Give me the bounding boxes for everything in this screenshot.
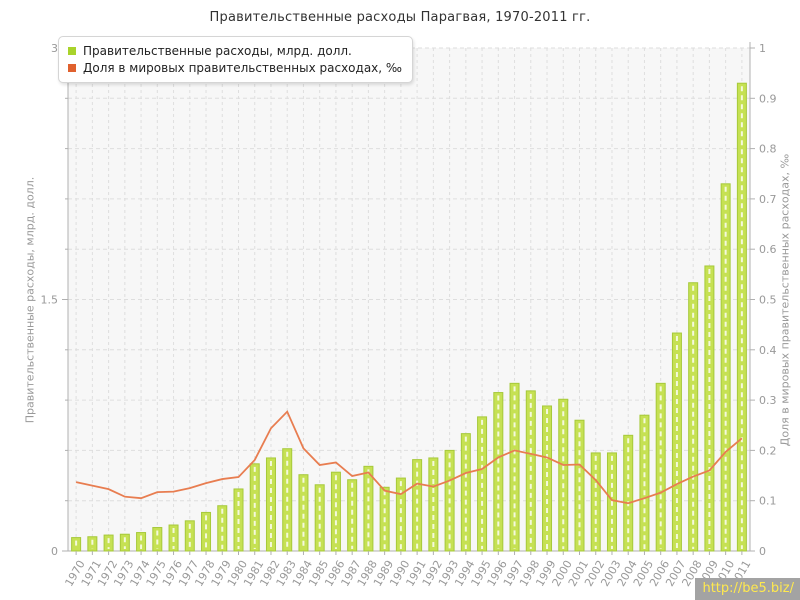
bar-1973[interactable] bbox=[120, 534, 129, 551]
bar-2006[interactable] bbox=[656, 383, 665, 551]
chart-svg: 01.5300.10.20.30.40.50.60.70.80.91197019… bbox=[0, 0, 800, 600]
bar-1981[interactable] bbox=[250, 464, 259, 551]
bar-1987[interactable] bbox=[348, 480, 357, 551]
bar-2000[interactable] bbox=[559, 399, 568, 551]
bar-1986[interactable] bbox=[331, 472, 340, 551]
left-axis-title: Правительственные расходы, млрд. долл. bbox=[24, 177, 37, 423]
right-axis-title: Доля в мировых правительственных расхода… bbox=[779, 154, 792, 446]
right-tick-label: 0.5 bbox=[759, 294, 777, 307]
bar-1978[interactable] bbox=[202, 512, 211, 551]
bar-1996[interactable] bbox=[494, 393, 503, 551]
bar-1983[interactable] bbox=[283, 449, 292, 551]
bar-1990[interactable] bbox=[396, 478, 405, 551]
bar-2003[interactable] bbox=[607, 453, 616, 551]
bar-2007[interactable] bbox=[672, 333, 681, 551]
right-tick-label: 0.2 bbox=[759, 444, 777, 457]
bar-2005[interactable] bbox=[640, 415, 649, 551]
right-tick-label: 0.8 bbox=[759, 143, 777, 156]
bar-1998[interactable] bbox=[526, 391, 535, 551]
footer-link[interactable]: http://be5.biz/ bbox=[695, 578, 800, 600]
bar-1995[interactable] bbox=[478, 417, 487, 551]
right-tick-label: 0.9 bbox=[759, 92, 777, 105]
bar-2008[interactable] bbox=[689, 283, 698, 551]
bar-1979[interactable] bbox=[218, 506, 227, 551]
bar-1994[interactable] bbox=[461, 434, 470, 551]
bar-1999[interactable] bbox=[543, 406, 552, 551]
line-series-marker-icon bbox=[68, 64, 76, 72]
bar-2004[interactable] bbox=[624, 435, 633, 551]
legend-item-expenditures-label: Правительственные расходы, млрд. долл. bbox=[83, 44, 352, 58]
bar-1985[interactable] bbox=[315, 485, 324, 551]
bar-1972[interactable] bbox=[104, 535, 113, 551]
bar-1975[interactable] bbox=[153, 528, 162, 551]
bar-2002[interactable] bbox=[591, 453, 600, 551]
bar-1974[interactable] bbox=[137, 533, 146, 551]
bar-1992[interactable] bbox=[429, 458, 438, 551]
legend-item-world-share-label: Доля в мировых правительственных расхода… bbox=[83, 61, 402, 75]
bar-2011[interactable] bbox=[737, 83, 746, 551]
bar-1989[interactable] bbox=[380, 487, 389, 551]
left-tick-label: 0 bbox=[51, 545, 58, 558]
bar-1970[interactable] bbox=[72, 538, 81, 551]
bar-2010[interactable] bbox=[721, 184, 730, 551]
right-tick-label: 0.7 bbox=[759, 193, 777, 206]
right-tick-label: 0.6 bbox=[759, 243, 777, 256]
legend: Правительственные расходы, млрд. долл. Д… bbox=[58, 36, 413, 83]
bar-1988[interactable] bbox=[364, 466, 373, 551]
right-tick-label: 0.1 bbox=[759, 495, 777, 508]
bar-1980[interactable] bbox=[234, 489, 243, 551]
bar-2009[interactable] bbox=[705, 266, 714, 551]
bar-1971[interactable] bbox=[88, 537, 97, 551]
chart-page: Правительственные расходы Парагвая, 1970… bbox=[0, 0, 800, 600]
bar-1982[interactable] bbox=[266, 458, 275, 551]
bar-2001[interactable] bbox=[575, 420, 584, 551]
bar-1984[interactable] bbox=[299, 475, 308, 551]
right-tick-label: 0 bbox=[759, 545, 766, 558]
right-tick-label: 0.3 bbox=[759, 394, 777, 407]
bar-1977[interactable] bbox=[185, 521, 194, 551]
legend-item-expenditures[interactable]: Правительственные расходы, млрд. долл. bbox=[68, 42, 402, 59]
bar-series-marker-icon bbox=[68, 47, 76, 55]
bar-1993[interactable] bbox=[445, 450, 454, 551]
right-tick-label: 0.4 bbox=[759, 344, 777, 357]
left-tick-label: 1.5 bbox=[41, 294, 59, 307]
legend-item-world-share[interactable]: Доля в мировых правительственных расхода… bbox=[68, 59, 402, 76]
right-tick-label: 1 bbox=[759, 42, 766, 55]
left-tick-label: 3 bbox=[51, 42, 58, 55]
bar-1976[interactable] bbox=[169, 525, 178, 551]
bar-1997[interactable] bbox=[510, 383, 519, 551]
bar-1991[interactable] bbox=[413, 460, 422, 551]
